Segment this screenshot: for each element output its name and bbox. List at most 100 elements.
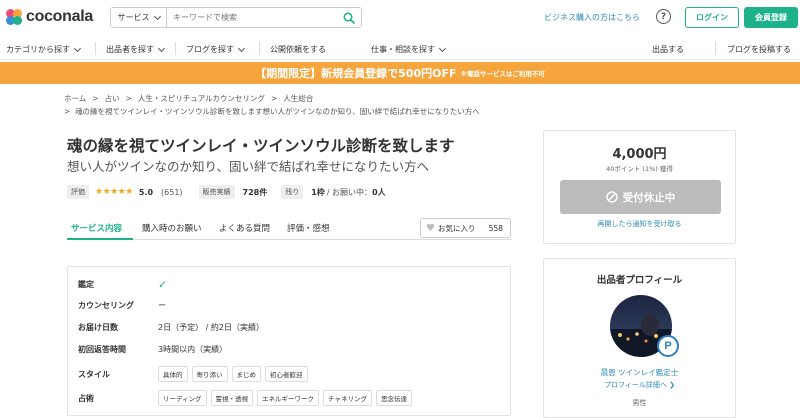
business-link[interactable]: ビジネス購入の方はこちら	[544, 12, 640, 23]
help-icon[interactable]: ?	[656, 9, 671, 24]
price-card: 4,000円 40ポイント (1%) 獲得 受付休止中 再開したら通知を受け取る	[543, 130, 736, 244]
remaining-value: 1枠	[311, 187, 325, 197]
style-chip[interactable]: 寄り添い	[191, 366, 228, 382]
detail-label: 鑑定	[78, 280, 94, 289]
inquiring-label: / お願い中：	[326, 187, 373, 197]
nav-post-blog[interactable]: ブログを投稿する	[727, 44, 791, 55]
detail-label: カウンセリング	[78, 301, 134, 310]
nav-divider	[95, 42, 96, 55]
chevron-down-icon	[73, 44, 82, 52]
nav-sell[interactable]: 出品する	[652, 44, 684, 55]
profile-detail-link[interactable]: プロフィール詳細へ ❯	[544, 380, 735, 390]
rating-tag: 評価	[67, 185, 89, 199]
breadcrumb-spiritual[interactable]: 人生・スピリチュアルカウンセリング	[138, 93, 265, 104]
search-icon	[343, 11, 355, 24]
nav-sellers-label: 出品者を探す	[106, 45, 154, 54]
login-button[interactable]: ログイン	[685, 7, 739, 28]
detail-row-counseling: カウンセリング ー	[78, 300, 166, 311]
style-chip[interactable]: 具体的	[158, 366, 188, 382]
sales-tag: 販売実績	[198, 185, 235, 199]
detail-value: 3時間以内（実績）	[158, 345, 228, 354]
divination-chip[interactable]: 思念伝達	[375, 390, 412, 406]
price: 4,000円	[612, 147, 667, 162]
divination-chip[interactable]: エネルギーワーク	[257, 390, 320, 406]
banner-note: ※電話サービスはご利用不可	[460, 70, 545, 78]
nav-divider	[715, 42, 716, 55]
detail-label: スタイル	[78, 369, 110, 379]
breadcrumb-life[interactable]: 人生総合	[283, 93, 313, 104]
detail-value: 2日（予定） / 約2日（実績）	[158, 323, 264, 332]
breadcrumb: ホーム > 占い > 人生・スピリチュアルカウンセリング > 人生総合	[64, 93, 313, 104]
seller-profile-card: 出品者プロフィール P 晨恩 ツインレイ鑑定士 プロフィール詳細へ ❯ 男性	[543, 258, 736, 418]
points-earned: 40ポイント (1%) 獲得	[606, 165, 673, 173]
campaign-banner[interactable]: 【期間限定】新規会員登録で500円OFF ※電話サービスはご利用不可	[0, 62, 800, 84]
detail-value: ー	[158, 301, 166, 310]
service-title: 魂の縁を視てツインレイ・ツインソウル診断を致します	[67, 137, 455, 155]
nav-jobs[interactable]: 仕事・相談を探す	[371, 44, 447, 55]
suspended-label: 受付休止中	[622, 191, 676, 204]
rating-value: 5.0	[138, 187, 154, 197]
search-category-label: サービス	[117, 13, 150, 22]
divination-chip[interactable]: リーディング	[158, 390, 207, 406]
seller-name[interactable]: 晨恩 ツインレイ鑑定士	[544, 367, 735, 378]
sales-value: 728件	[242, 187, 268, 197]
prohibited-icon	[606, 191, 618, 203]
profile-detail-label: プロフィール詳細へ	[604, 381, 667, 389]
search-input[interactable]	[167, 8, 337, 27]
chevron-down-icon	[157, 44, 166, 52]
nav-public-request[interactable]: 公開依頼をする	[270, 44, 326, 55]
nav-blogs[interactable]: ブログを探す	[186, 44, 246, 55]
detail-label: お届け日数	[78, 323, 118, 332]
logo-mark-icon	[6, 9, 22, 25]
heart-icon: ♥	[426, 222, 435, 234]
nav-blogs-label: ブログを探す	[186, 45, 234, 54]
review-count[interactable]: (651)	[161, 188, 183, 197]
logo-text: coconala	[26, 8, 93, 25]
notify-resume-link[interactable]: 再開したら通知を受け取る	[544, 219, 735, 229]
detail-label: 初回返答時間	[78, 345, 126, 354]
detail-label: 占術	[78, 393, 94, 403]
detail-row-appraisal: 鑑定 ✓	[78, 278, 167, 291]
coconala-logo[interactable]: coconala	[6, 8, 93, 26]
chevron-down-icon	[438, 44, 447, 52]
nav-divider	[175, 42, 176, 55]
service-stats: 評価 ★★★★★ 5.0 (651) 販売実績 728件 残り 1枠 / お願い…	[67, 185, 386, 199]
check-icon: ✓	[158, 278, 168, 291]
pro-badge-icon: P	[657, 335, 679, 357]
remaining-tag: 残り	[281, 185, 304, 199]
chevron-down-icon	[237, 44, 246, 52]
signup-button[interactable]: 会員登録	[744, 7, 798, 28]
service-subtitle: 想い人がツインなのか知り、固い絆で結ばれ幸せになりたい方へ	[67, 159, 430, 174]
style-chip[interactable]: 初心者歓迎	[265, 366, 308, 382]
style-chip[interactable]: まじめ	[231, 366, 261, 382]
breadcrumb-current: > 魂の縁を視てツインレイ・ツインソウル診断を致します想い人がツインなのか知り、…	[64, 106, 480, 117]
breadcrumb-current-label: 魂の縁を視てツインレイ・ツインソウル診断を致します想い人がツインなのか知り、固い…	[75, 107, 480, 116]
service-details: 鑑定 ✓ カウンセリング ー お届け日数 2日（予定） / 約2日（実績） 初回…	[67, 266, 511, 416]
detail-row-delivery: お届け日数 2日（予定） / 約2日（実績）	[78, 322, 264, 333]
search-category-select[interactable]: サービス	[111, 8, 167, 27]
tab-reviews[interactable]: 評価・感想	[287, 222, 330, 234]
tab-purchase-request[interactable]: 購入時のお願い	[142, 222, 202, 234]
favorite-label: お気に入り	[437, 223, 476, 233]
divination-chip[interactable]: チャネリング	[323, 390, 372, 406]
tab-faq[interactable]: よくある質問	[219, 222, 270, 234]
breadcrumb-separator-icon: >	[125, 94, 132, 103]
suspended-button: 受付休止中	[560, 180, 721, 214]
chevron-right-icon: ❯	[669, 381, 675, 389]
nav-sellers[interactable]: 出品者を探す	[106, 44, 166, 55]
global-nav: カテゴリから探す 出品者を探す ブログを探す 公開依頼をする 仕事・相談を探す …	[0, 38, 800, 60]
breadcrumb-separator-icon: >	[64, 107, 76, 116]
inquiring-value: 0人	[372, 187, 386, 197]
favorite-button[interactable]: ♥ お気に入り 558	[420, 218, 511, 238]
divination-chip[interactable]: 霊視・透視	[210, 390, 254, 406]
breadcrumb-separator-icon: >	[270, 94, 278, 103]
search-bar: サービス	[110, 7, 362, 28]
favorite-count: 558	[488, 223, 503, 233]
rating-stars-icon: ★★★★★	[95, 187, 133, 197]
nav-category[interactable]: カテゴリから探す	[6, 44, 82, 55]
breadcrumb-home[interactable]: ホーム	[64, 93, 86, 104]
nav-divider	[259, 42, 260, 55]
breadcrumb-fortune[interactable]: 占い	[105, 93, 120, 104]
tab-service-content[interactable]: サービス内容	[71, 222, 122, 234]
search-button[interactable]	[337, 8, 361, 27]
